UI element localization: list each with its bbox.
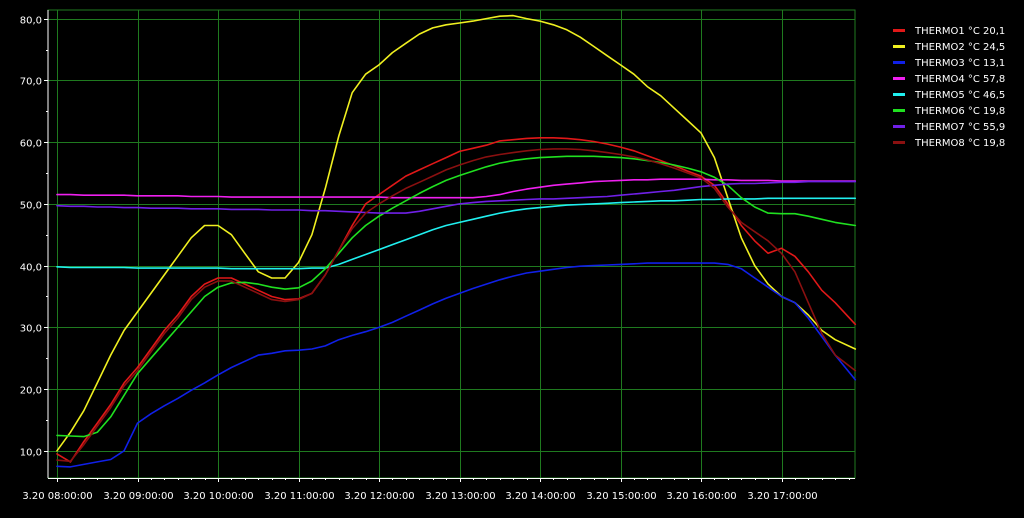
x-tick-label: 3.20 12:00:00 — [344, 491, 414, 502]
y-tick-label: 30,0 — [20, 324, 42, 335]
legend-series-value: 24,5 — [983, 42, 1005, 53]
legend-series-value: 46,5 — [983, 90, 1005, 101]
legend-series-name: THERMO7 °C — [914, 122, 980, 133]
legend-series-value: 19,8 — [983, 138, 1005, 149]
legend-series-name: THERMO8 °C — [914, 138, 980, 149]
legend-series-value: 57,8 — [983, 74, 1005, 85]
y-tick-label: 50,0 — [20, 201, 42, 212]
legend-swatch — [893, 109, 905, 112]
legend-swatch — [893, 29, 905, 32]
x-tick-label: 3.20 11:00:00 — [264, 491, 334, 502]
x-tick-label: 3.20 10:00:00 — [183, 491, 253, 502]
legend-series-value: 20,1 — [983, 26, 1005, 37]
legend-swatch — [893, 125, 905, 128]
legend-series-name: THERMO5 °C — [914, 90, 980, 101]
y-tick-label: 80,0 — [20, 16, 42, 27]
y-tick-label: 10,0 — [20, 448, 42, 459]
legend-series-name: THERMO1 °C — [914, 26, 980, 37]
legend-swatch — [893, 141, 905, 144]
y-tick-label: 70,0 — [20, 77, 42, 88]
legend-series-value: 55,9 — [983, 122, 1005, 133]
y-tick-label: 40,0 — [20, 263, 42, 274]
x-tick-label: 3.20 09:00:00 — [103, 491, 173, 502]
y-tick-label: 20,0 — [20, 386, 42, 397]
legend-swatch — [893, 77, 905, 80]
y-tick-label: 60,0 — [20, 139, 42, 150]
legend-series-value: 13,1 — [983, 58, 1005, 69]
legend-series-name: THERMO4 °C — [914, 74, 980, 85]
x-tick-label: 3.20 16:00:00 — [666, 491, 736, 502]
x-tick-label: 3.20 14:00:00 — [505, 491, 575, 502]
legend-series-name: THERMO2 °C — [914, 42, 980, 53]
x-tick-label: 3.20 15:00:00 — [586, 491, 656, 502]
x-tick-label: 3.20 17:00:00 — [747, 491, 817, 502]
legend-swatch — [893, 61, 905, 64]
chart: 10,0 20,0 30,0 40,0 50,0 60,0 70,0 80,0 3.20 08:… — [0, 0, 1024, 514]
legend-series-name: THERMO3 °C — [914, 58, 980, 69]
legend-swatch — [893, 45, 905, 48]
chart-background — [0, 0, 1024, 514]
x-tick-label: 3.20 13:00:00 — [425, 491, 495, 502]
legend-series-value: 19,8 — [983, 106, 1005, 117]
x-tick-label: 3.20 08:00:00 — [22, 491, 92, 502]
chart-svg: 10,0 20,0 30,0 40,0 50,0 60,0 70,0 80,0 3.20 08:… — [0, 0, 1024, 514]
legend-series-name: THERMO6 °C — [914, 106, 980, 117]
legend-swatch — [893, 93, 905, 96]
